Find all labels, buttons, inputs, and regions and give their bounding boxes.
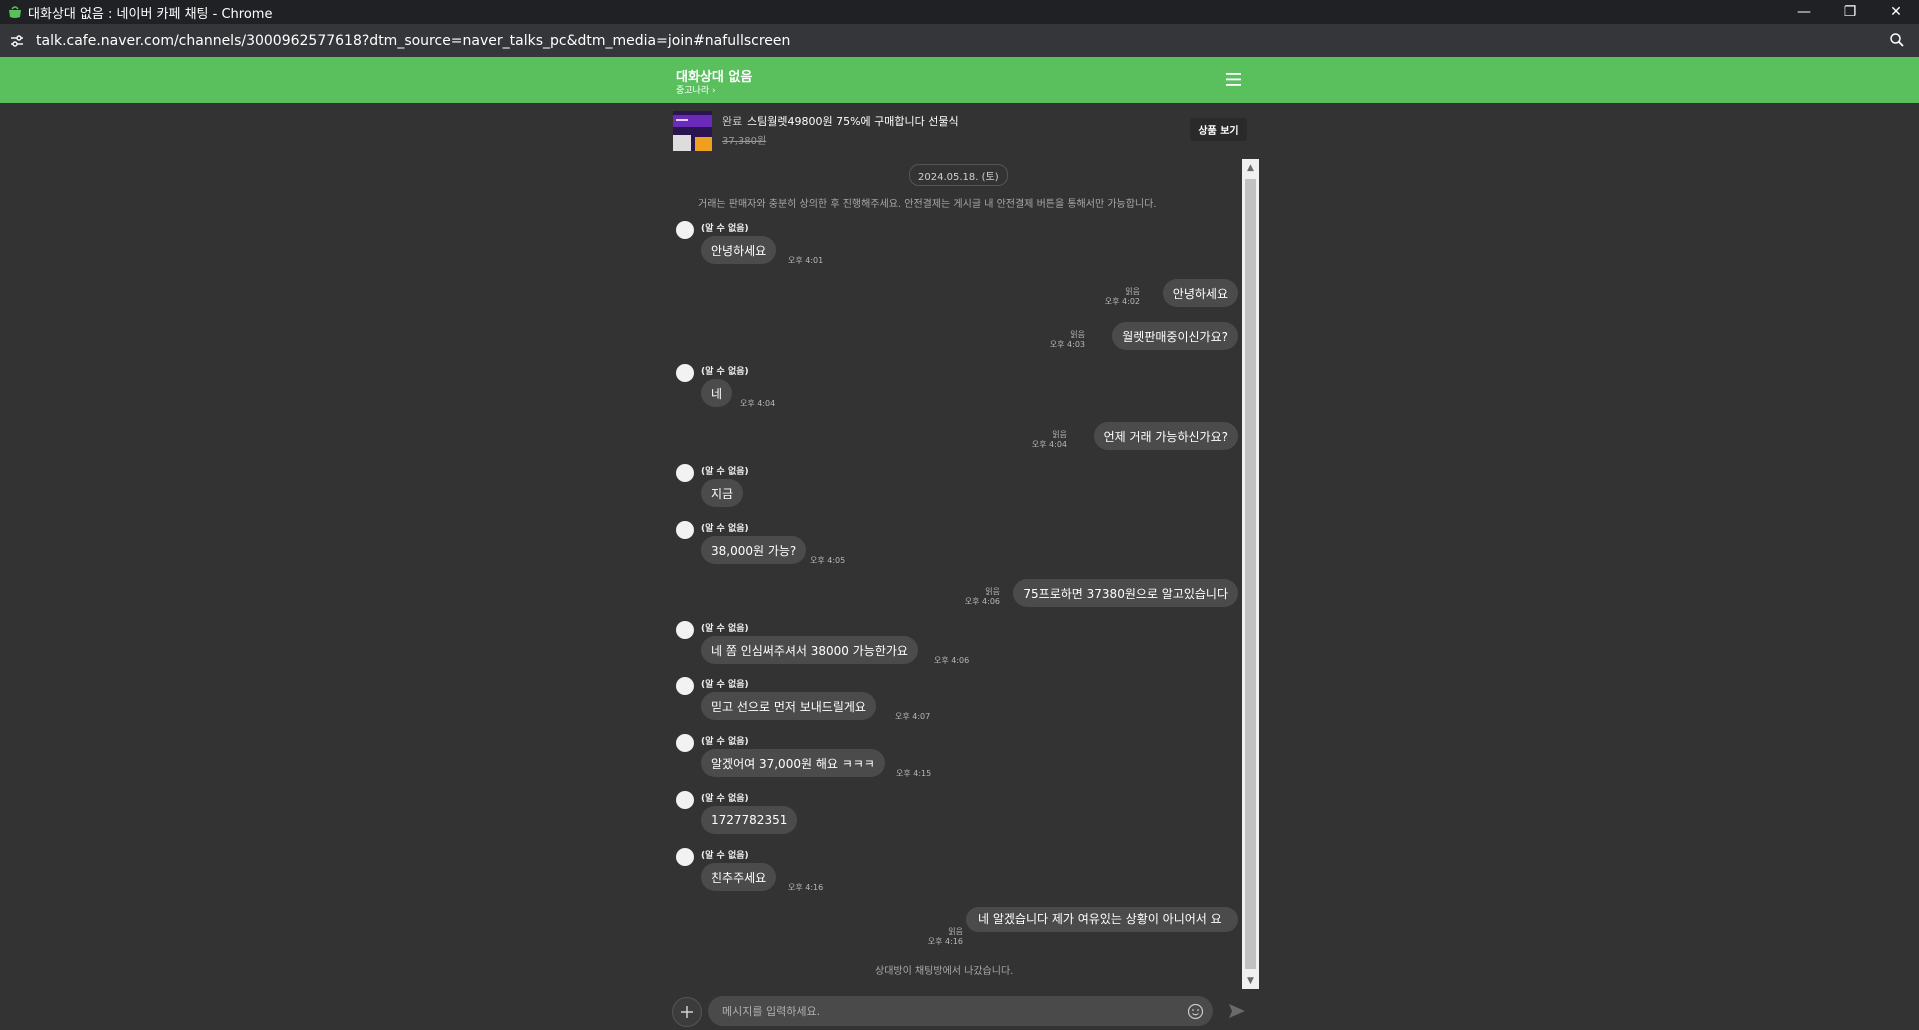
chat-scrollbar[interactable]: ▲ ▼	[1242, 159, 1259, 989]
left-chat-notice: 상대방이 채팅방에서 나갔습니다.	[875, 966, 1014, 977]
message-time: 오후 4:16	[927, 937, 963, 946]
plus-icon	[681, 1006, 693, 1018]
sender-name: (알 수 없음)	[701, 467, 749, 477]
product-status: 완료	[722, 115, 743, 128]
read-receipt: 읽음	[948, 927, 963, 936]
restore-icon[interactable]: ❐	[1827, 0, 1873, 24]
sender-name: (알 수 없음)	[701, 624, 749, 634]
naver-cafe-icon	[7, 5, 22, 19]
product-price: 37,380원	[722, 136, 767, 147]
sender-name: (알 수 없음)	[701, 224, 749, 234]
site-settings-icon[interactable]	[8, 32, 26, 50]
scrollbar-thumb[interactable]	[1245, 179, 1256, 969]
message-bubble[interactable]: 1727782351	[701, 806, 798, 834]
message-bubble[interactable]: 알겠어여 37,000원 해요 ㅋㅋㅋ	[701, 749, 885, 777]
product-thumbnail	[673, 111, 712, 151]
message-bubble[interactable]: 믿고 선으로 먼저 보내드릴게요	[701, 692, 876, 720]
close-icon[interactable]: ✕	[1873, 0, 1919, 24]
message-bubble[interactable]: 네 알겠습니다 제가 여유있는 상황이 아니어서 요	[966, 907, 1238, 932]
message-bubble[interactable]: 언제 거래 가능하신가요?	[1093, 422, 1238, 450]
scroll-up-icon[interactable]: ▲	[1242, 159, 1259, 176]
message-bubble[interactable]: 네 쫌 인심써주셔서 38000 가능한가요	[701, 636, 918, 664]
hamburger-menu-icon[interactable]	[1225, 72, 1242, 87]
message-bubble[interactable]: 안녕하세요	[701, 236, 777, 264]
emoji-icon[interactable]	[1187, 1003, 1204, 1024]
message-bubble[interactable]: 75프로하면 37380원으로 알고있습니다	[1013, 579, 1238, 607]
message-meta: 읽음 오후 4:04	[1032, 430, 1067, 450]
read-receipt: 읽음	[1052, 430, 1067, 439]
avatar[interactable]	[676, 364, 694, 382]
message-meta: 읽음 오후 4:16	[928, 927, 963, 947]
avatar[interactable]	[676, 734, 694, 752]
message-time: 오후 4:06	[964, 597, 1000, 606]
message-time: 오후 4:03	[1049, 340, 1085, 349]
message-meta: 읽음 오후 4:02	[1105, 287, 1140, 307]
message-time: 오후 4:02	[1104, 297, 1140, 306]
message-input[interactable]	[708, 996, 1213, 1026]
attach-plus-button[interactable]	[672, 997, 702, 1027]
url-text[interactable]: talk.cafe.naver.com/channels/30009625776…	[36, 33, 790, 49]
message-bubble[interactable]: 38,000원 가능?	[701, 536, 807, 564]
message-bubble[interactable]: 친추주세요	[701, 863, 777, 891]
message-bubble[interactable]: 안녕하세요	[1162, 279, 1238, 307]
avatar[interactable]	[676, 677, 694, 695]
sender-name: (알 수 없음)	[701, 367, 749, 377]
message-time: 오후 4:05	[810, 556, 846, 565]
message-bubble[interactable]: 지금	[701, 479, 744, 507]
product-card: 완료 스팀월렛49800원 75%에 구매합니다 선물식 37,380원 상품 …	[670, 108, 1250, 152]
avatar[interactable]	[676, 221, 694, 239]
avatar[interactable]	[676, 791, 694, 809]
minimize-icon[interactable]: —	[1781, 0, 1827, 24]
sender-name: (알 수 없음)	[701, 851, 749, 861]
chat-messages: 2024.05.18. (토) 거래는 판매자와 충분히 상의한 후 진행해주세…	[670, 159, 1242, 989]
read-receipt: 읽음	[985, 587, 1000, 596]
message-bubble[interactable]: 월렛판매중이신가요?	[1112, 322, 1238, 350]
sender-name: (알 수 없음)	[701, 680, 749, 690]
address-bar: talk.cafe.naver.com/channels/30009625776…	[0, 24, 1919, 57]
message-time: 오후 4:15	[896, 769, 932, 778]
sender-name: (알 수 없음)	[701, 794, 749, 804]
avatar[interactable]	[676, 621, 694, 639]
safety-notice: 거래는 판매자와 충분히 상의한 후 진행해주세요. 안전결제는 게시글 내 안…	[698, 199, 1157, 210]
chat-header: 대화상대 없음 중고나라 ›	[0, 57, 1919, 103]
cafe-link[interactable]: 중고나라 ›	[676, 83, 716, 96]
product-name[interactable]: 스팀월렛49800원 75%에 구매합니다 선물식	[747, 113, 959, 129]
avatar[interactable]	[676, 521, 694, 539]
date-divider: 2024.05.18. (토)	[909, 164, 1008, 186]
message-time: 오후 4:01	[788, 256, 824, 265]
view-product-button[interactable]: 상품 보기	[1190, 118, 1247, 141]
window-title: 대화상대 없음 : 네이버 카페 채팅 - Chrome	[28, 6, 273, 22]
message-meta: 읽음 오후 4:03	[1050, 330, 1085, 350]
message-time: 오후 4:04	[740, 399, 776, 408]
message-time: 오후 4:06	[934, 656, 970, 665]
zoom-icon[interactable]	[1889, 32, 1905, 52]
avatar[interactable]	[676, 848, 694, 866]
window-titlebar: 대화상대 없음 : 네이버 카페 채팅 - Chrome — ❐ ✕	[0, 0, 1919, 24]
message-bubble[interactable]: 네	[701, 379, 733, 407]
message-time: 오후 4:07	[895, 712, 931, 721]
send-icon[interactable]	[1228, 1002, 1246, 1024]
sender-name: (알 수 없음)	[701, 524, 749, 534]
sender-name: (알 수 없음)	[701, 737, 749, 747]
read-receipt: 읽음	[1070, 330, 1085, 339]
avatar[interactable]	[676, 464, 694, 482]
message-meta: 읽음 오후 4:06	[965, 587, 1000, 607]
message-time: 오후 4:04	[1031, 440, 1067, 449]
scroll-down-icon[interactable]: ▼	[1242, 972, 1259, 989]
message-time: 오후 4:16	[788, 883, 824, 892]
message-composer	[670, 993, 1250, 1029]
window-controls: — ❐ ✕	[1781, 0, 1919, 24]
read-receipt: 읽음	[1125, 287, 1140, 296]
